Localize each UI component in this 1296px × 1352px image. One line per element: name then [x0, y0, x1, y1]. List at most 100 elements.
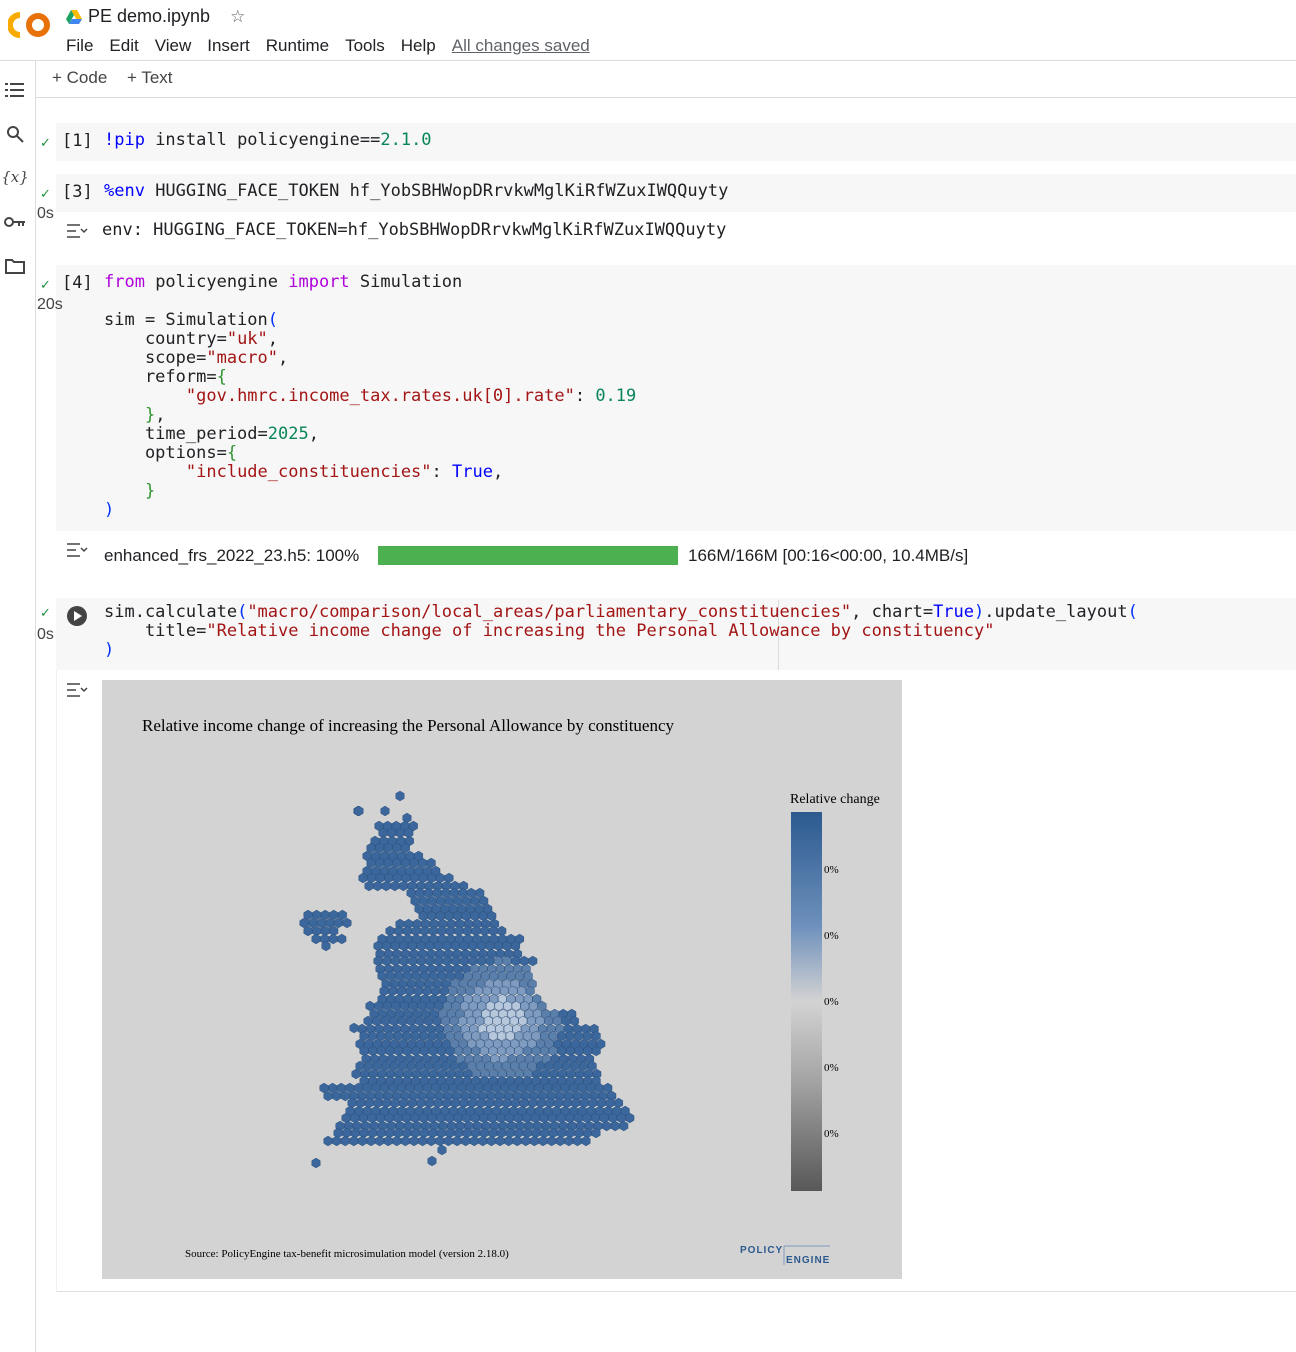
- constituency-hex[interactable]: [453, 1127, 463, 1139]
- constituency-hex[interactable]: [548, 1127, 558, 1139]
- constituency-hex[interactable]: [453, 895, 463, 907]
- constituency-hex[interactable]: [543, 1082, 553, 1094]
- constituency-hex[interactable]: [449, 887, 459, 899]
- constituency-hex[interactable]: [340, 1135, 350, 1147]
- constituency-hex[interactable]: [443, 1135, 453, 1147]
- menu-runtime[interactable]: Runtime: [266, 36, 329, 56]
- constituency-hex[interactable]: [323, 1090, 333, 1102]
- constituency-hex[interactable]: [410, 1127, 420, 1139]
- constituency-hex[interactable]: [445, 1030, 455, 1042]
- constituency-hex[interactable]: [377, 970, 387, 982]
- constituency-hex[interactable]: [419, 895, 429, 907]
- constituency-hex[interactable]: [508, 1082, 518, 1094]
- constituency-hex[interactable]: [418, 1135, 428, 1147]
- constituency-hex[interactable]: [316, 917, 326, 929]
- constituency-hex[interactable]: [591, 1127, 601, 1139]
- constituency-hex[interactable]: [441, 1060, 451, 1072]
- constituency-hex[interactable]: [475, 887, 485, 899]
- constituency-hex[interactable]: [525, 1082, 535, 1094]
- constituency-hex[interactable]: [565, 1127, 575, 1139]
- constituency-hex[interactable]: [564, 1135, 574, 1147]
- constituency-hex[interactable]: [587, 1060, 597, 1072]
- constituency-hex[interactable]: [555, 1135, 565, 1147]
- constituency-hex[interactable]: [468, 1000, 478, 1012]
- constituency-hex[interactable]: [591, 1045, 601, 1057]
- constituency-hex[interactable]: [460, 1000, 470, 1012]
- constituency-hex[interactable]: [450, 1060, 460, 1072]
- constituency-hex[interactable]: [319, 1082, 329, 1094]
- constituency-hex[interactable]: [398, 880, 408, 892]
- constituency-hex[interactable]: [465, 1082, 475, 1094]
- constituency-hex[interactable]: [385, 1127, 395, 1139]
- constituency-hex[interactable]: [395, 790, 405, 802]
- constituency-hex[interactable]: [504, 1135, 514, 1147]
- constituency-hex[interactable]: [572, 1135, 582, 1147]
- secrets-key-icon[interactable]: [4, 211, 26, 233]
- constituency-hex[interactable]: [419, 1030, 429, 1042]
- constituency-hex[interactable]: [480, 970, 490, 982]
- constituency-hex[interactable]: [583, 1030, 593, 1042]
- constituency-hex[interactable]: [380, 805, 390, 817]
- constituency-hex[interactable]: [472, 970, 482, 982]
- colab-logo[interactable]: [8, 10, 52, 40]
- constituency-hex[interactable]: [538, 1135, 548, 1147]
- constituency-hex[interactable]: [436, 895, 446, 907]
- constituency-hex[interactable]: [462, 1030, 472, 1042]
- constituency-hex[interactable]: [342, 1127, 352, 1139]
- constituency-hex[interactable]: [496, 1127, 506, 1139]
- constituency-hex[interactable]: [332, 1090, 342, 1102]
- constituency-hex[interactable]: [423, 887, 433, 899]
- menu-insert[interactable]: Insert: [207, 36, 250, 56]
- constituency-hex[interactable]: [561, 1060, 571, 1072]
- star-icon[interactable]: ☆: [230, 7, 245, 27]
- constituency-hex[interactable]: [553, 1060, 563, 1072]
- hex-map[interactable]: [102, 680, 902, 1279]
- constituency-hex[interactable]: [427, 1155, 437, 1167]
- constituency-hex[interactable]: [400, 842, 410, 854]
- constituency-hex[interactable]: [371, 1082, 381, 1094]
- constituency-hex[interactable]: [537, 1000, 547, 1012]
- code-editor[interactable]: !pip install policyengine==2.1.0: [104, 131, 432, 150]
- constituency-hex[interactable]: [444, 895, 454, 907]
- constituency-hex[interactable]: [358, 872, 368, 884]
- constituency-hex[interactable]: [548, 1030, 558, 1042]
- constituency-hex[interactable]: [466, 887, 476, 899]
- constituency-hex[interactable]: [591, 1030, 601, 1042]
- constituency-hex[interactable]: [398, 1060, 408, 1072]
- constituency-hex[interactable]: [366, 857, 376, 869]
- constituency-hex[interactable]: [485, 1000, 495, 1012]
- constituency-hex[interactable]: [375, 1135, 385, 1147]
- constituency-hex[interactable]: [602, 1120, 612, 1132]
- constituency-hex[interactable]: [410, 895, 420, 907]
- constituency-hex[interactable]: [461, 1135, 471, 1147]
- code-editor[interactable]: sim.calculate("macro/comparison/local_ar…: [104, 603, 1138, 660]
- constituency-hex[interactable]: [399, 1000, 409, 1012]
- constituency-hex[interactable]: [570, 1060, 580, 1072]
- constituency-hex[interactable]: [544, 1060, 554, 1072]
- constituency-hex[interactable]: [491, 1082, 501, 1094]
- constituency-hex[interactable]: [446, 970, 456, 982]
- constituency-hex[interactable]: [536, 1060, 546, 1072]
- constituency-hex[interactable]: [458, 1060, 468, 1072]
- constituency-hex[interactable]: [582, 1127, 592, 1139]
- constituency-hex[interactable]: [426, 857, 436, 869]
- constituency-hex[interactable]: [422, 1082, 432, 1094]
- constituency-hex[interactable]: [311, 933, 321, 945]
- constituency-hex[interactable]: [329, 909, 339, 921]
- constituency-hex[interactable]: [353, 1082, 363, 1094]
- constituency-hex[interactable]: [386, 970, 396, 982]
- constituency-hex[interactable]: [333, 917, 343, 929]
- constituency-hex[interactable]: [568, 1082, 578, 1094]
- constituency-hex[interactable]: [462, 895, 472, 907]
- variables-icon[interactable]: {x}: [1, 166, 29, 188]
- constituency-hex[interactable]: [364, 1060, 374, 1072]
- constituency-hex[interactable]: [383, 842, 393, 854]
- constituency-hex[interactable]: [376, 1030, 386, 1042]
- constituency-hex[interactable]: [440, 887, 450, 899]
- constituency-hex[interactable]: [345, 1082, 355, 1094]
- constituency-hex[interactable]: [454, 970, 464, 982]
- search-icon[interactable]: [4, 123, 26, 145]
- constituency-hex[interactable]: [469, 1135, 479, 1147]
- constituency-hex[interactable]: [429, 970, 439, 982]
- constituency-hex[interactable]: [364, 880, 374, 892]
